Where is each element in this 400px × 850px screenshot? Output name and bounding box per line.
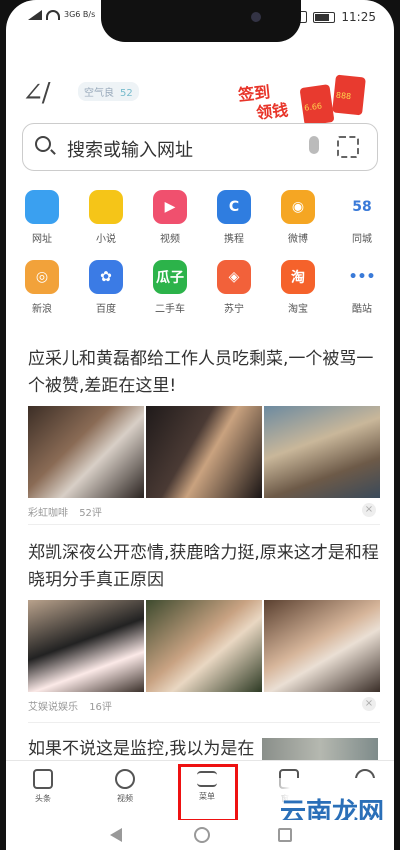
headlines-icon bbox=[33, 769, 53, 789]
checkin-promo[interactable]: 签到 领钱 6.66 888 bbox=[234, 70, 374, 126]
weather-value: 52 bbox=[120, 88, 133, 99]
article-comments: 52评 bbox=[79, 508, 102, 519]
wifi-icon bbox=[46, 10, 60, 20]
shortcut-label: 酷站 bbox=[352, 304, 372, 315]
shortcut-label: 微博 bbox=[288, 234, 308, 245]
signal-icon bbox=[28, 10, 42, 20]
shortcut-label: 苏宁 bbox=[224, 304, 244, 315]
article-title[interactable]: 应采儿和黄磊都给工作人员吃剩菜,一个被骂一个被赞,差距在这里! bbox=[28, 346, 380, 400]
article-image bbox=[264, 600, 380, 692]
close-icon[interactable]: × bbox=[362, 697, 376, 711]
article-title[interactable]: 如果不说这是监控,我以为是在 bbox=[28, 736, 254, 763]
tab-label: 头条 bbox=[35, 794, 51, 803]
close-icon[interactable]: × bbox=[362, 503, 376, 517]
shortcut-label: 携程 bbox=[224, 234, 244, 245]
guazi-icon: 瓜子 bbox=[153, 260, 187, 294]
menu-highlight-box bbox=[178, 764, 238, 822]
shortcut-label: 网址 bbox=[32, 234, 52, 245]
search-input[interactable]: 搜索或输入网址 bbox=[67, 136, 193, 162]
shortcut-ctrip[interactable]: C 携程 bbox=[206, 190, 262, 245]
search-bar[interactable]: 搜索或输入网址 bbox=[22, 123, 378, 171]
ctrip-icon: C bbox=[217, 190, 251, 224]
browser-logo[interactable]: ∠/ bbox=[22, 78, 51, 108]
shortcut-baidu[interactable]: ✿ 百度 bbox=[78, 260, 134, 315]
article-image bbox=[146, 406, 262, 498]
shortcut-globe[interactable]: 网址 bbox=[14, 190, 70, 245]
shortcut-label: 百度 bbox=[96, 304, 116, 315]
article-image bbox=[28, 406, 144, 498]
system-navbar bbox=[6, 820, 394, 850]
shortcut-label: 同城 bbox=[352, 234, 372, 245]
article-meta: 彩虹咖啡 52评 × bbox=[28, 503, 380, 519]
shortcut-guazi[interactable]: 瓜子 二手车 bbox=[142, 260, 198, 315]
article-meta: 艾娱说娱乐 16评 × bbox=[28, 697, 380, 713]
home-icon[interactable] bbox=[194, 827, 210, 843]
phone-screen: 3G6 B/s 11:25 ∠/ 空气良 52 签到 领钱 6.66 888 搜索… bbox=[6, 0, 394, 850]
article-title[interactable]: 郑凯深夜公开恋情,获鹿晗力挺,原来这才是和程晓玥分手真正原因 bbox=[28, 540, 380, 594]
shortcut-book[interactable]: 小说 bbox=[78, 190, 134, 245]
tab-headlines[interactable]: 头条 bbox=[18, 769, 68, 804]
article-comments: 16评 bbox=[89, 702, 112, 713]
notch bbox=[101, 0, 301, 42]
article-images[interactable] bbox=[28, 600, 380, 692]
58-icon: 58 bbox=[345, 190, 379, 224]
red-envelope-icon: 6.66 bbox=[299, 84, 335, 126]
tab-label: 视频 bbox=[117, 794, 133, 803]
weibo-icon: ◉ bbox=[281, 190, 315, 224]
book-icon bbox=[89, 190, 123, 224]
back-icon[interactable] bbox=[110, 828, 122, 842]
red-envelope-icon: 888 bbox=[332, 74, 366, 116]
shortcut-more[interactable]: ••• 酷站 bbox=[334, 260, 390, 315]
shortcut-58[interactable]: 58 同城 bbox=[334, 190, 390, 245]
shortcut-label: 视频 bbox=[160, 234, 180, 245]
shortcut-suning[interactable]: ◈ 苏宁 bbox=[206, 260, 262, 315]
taobao-icon: 淘 bbox=[281, 260, 315, 294]
article-image bbox=[264, 406, 380, 498]
shortcut-label: 二手车 bbox=[155, 304, 185, 315]
news-article[interactable]: 应采儿和黄磊都给工作人员吃剩菜,一个被骂一个被赞,差距在这里! 彩虹咖啡 52评… bbox=[28, 346, 380, 519]
network-speed: 3G6 B/s bbox=[64, 10, 96, 19]
recents-icon[interactable] bbox=[278, 828, 292, 842]
article-images[interactable] bbox=[28, 406, 380, 498]
browser-header: ∠/ 空气良 52 签到 领钱 6.66 888 bbox=[22, 70, 378, 126]
shortcut-weibo[interactable]: ◉ 微博 bbox=[270, 190, 326, 245]
promo-line2: 领钱 bbox=[255, 100, 290, 123]
search-icon bbox=[35, 136, 51, 152]
divider bbox=[28, 524, 380, 525]
shortcut-label: 淘宝 bbox=[288, 304, 308, 315]
baidu-icon: ✿ bbox=[89, 260, 123, 294]
shortcut-taobao[interactable]: 淘淘宝 bbox=[270, 260, 326, 315]
globe-icon bbox=[25, 190, 59, 224]
clock: 11:25 bbox=[341, 10, 376, 24]
play-icon: ▶ bbox=[153, 190, 187, 224]
article-source: 艾娱说娱乐 bbox=[28, 702, 78, 713]
weather-badge[interactable]: 空气良 52 bbox=[78, 82, 139, 101]
news-article[interactable]: 郑凯深夜公开恋情,获鹿晗力挺,原来这才是和程晓玥分手真正原因 艾娱说娱乐 16评… bbox=[28, 540, 380, 713]
divider bbox=[28, 722, 380, 723]
shortcut-play[interactable]: ▶ 视频 bbox=[142, 190, 198, 245]
weather-label: 空气良 bbox=[84, 88, 114, 99]
sina-icon: ◎ bbox=[25, 260, 59, 294]
article-image bbox=[146, 600, 262, 692]
shortcut-label: 新浪 bbox=[32, 304, 52, 315]
shortcut-sina[interactable]: ◎ 新浪 bbox=[14, 260, 70, 315]
news-article[interactable]: 如果不说这是监控,我以为是在 bbox=[28, 736, 254, 763]
camera-icon bbox=[251, 12, 261, 22]
article-image bbox=[28, 600, 144, 692]
article-source: 彩虹咖啡 bbox=[28, 508, 68, 519]
more-icon: ••• bbox=[345, 260, 379, 294]
video-icon bbox=[115, 769, 135, 789]
microphone-icon[interactable] bbox=[309, 136, 319, 154]
suning-icon: ◈ bbox=[217, 260, 251, 294]
tab-video[interactable]: 视频 bbox=[100, 769, 150, 804]
scan-icon[interactable] bbox=[337, 136, 359, 158]
battery-icon bbox=[313, 11, 336, 23]
shortcut-label: 小说 bbox=[96, 234, 116, 245]
